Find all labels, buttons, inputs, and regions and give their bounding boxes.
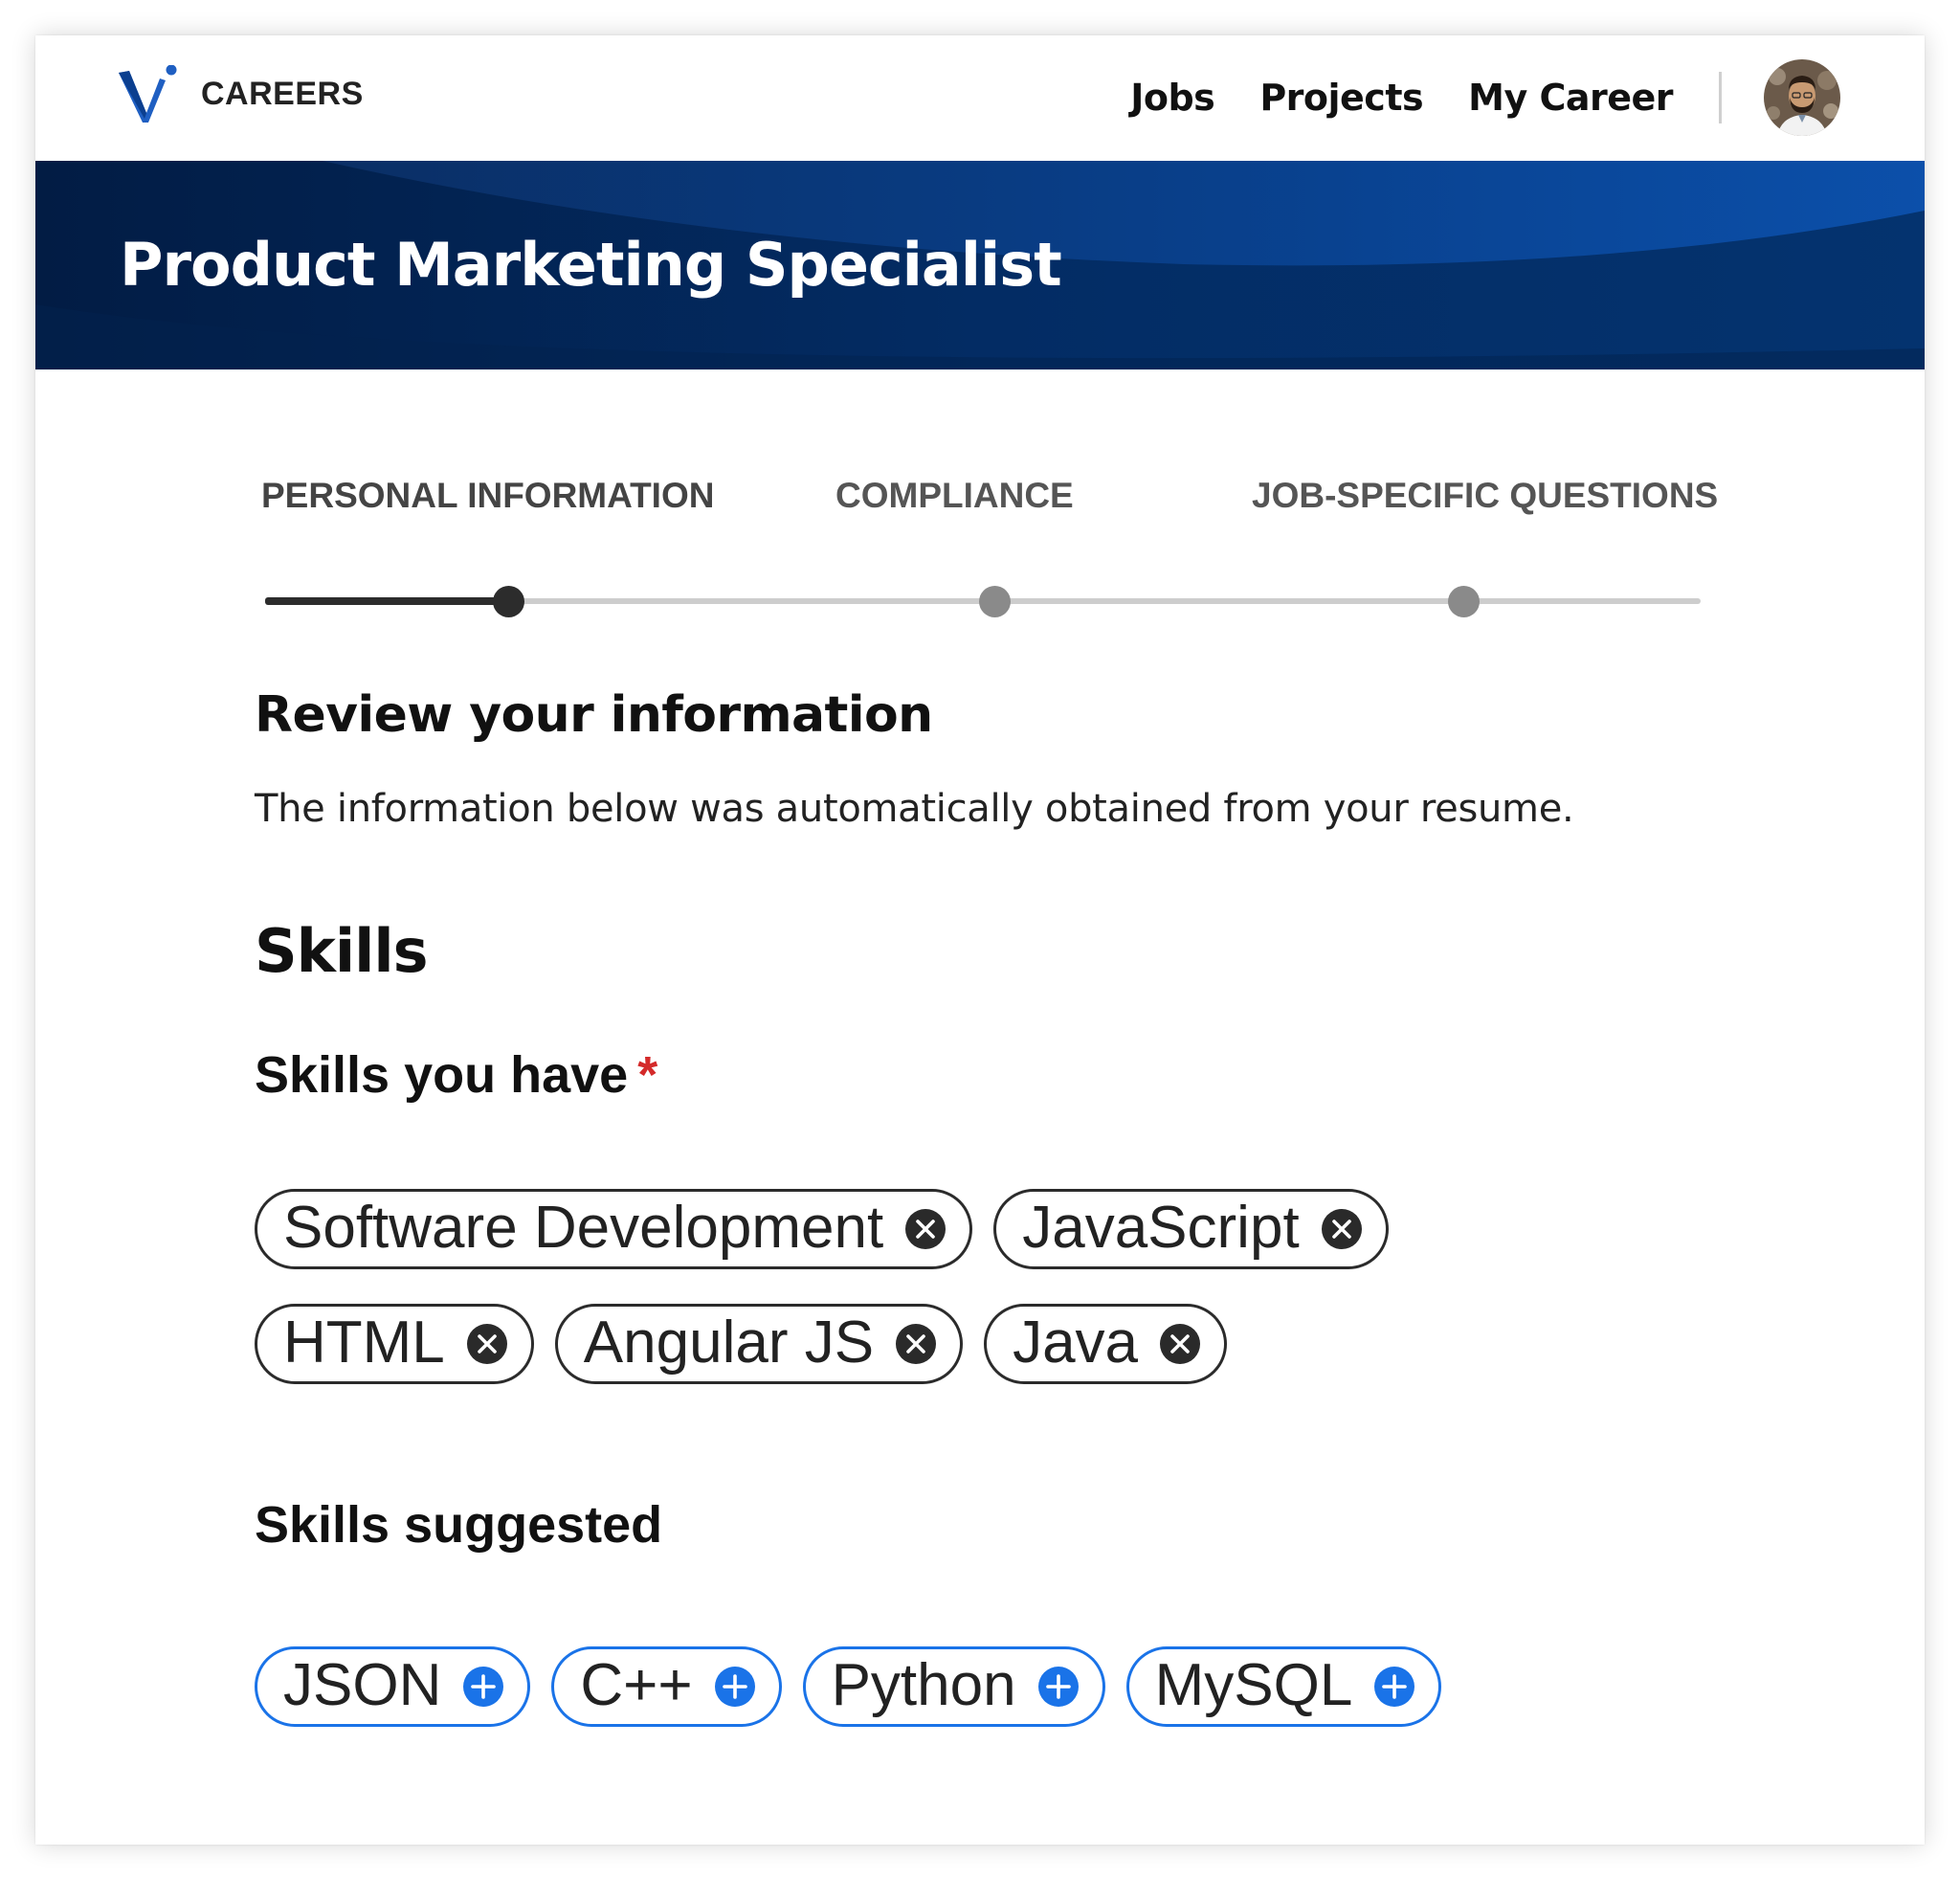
user-avatar[interactable] [1764,59,1840,136]
nav-link-jobs[interactable]: Jobs [1130,77,1215,119]
step-dot-compliance[interactable] [979,586,1011,617]
step-dot-personal-information[interactable] [493,586,524,617]
skill-chip: HTML [255,1304,534,1384]
required-asterisk: * [637,1046,658,1104]
nav-link-my-career[interactable]: My Career [1468,77,1673,119]
close-circle-icon[interactable] [904,1208,947,1250]
plus-circle-icon[interactable] [462,1666,504,1708]
step-compliance[interactable]: COMPLIANCE [835,476,1074,516]
skill-chip: Software Development [255,1189,973,1269]
v-logo-icon [119,65,177,123]
close-circle-icon[interactable] [1321,1208,1363,1250]
user-avatar-icon [1764,59,1840,136]
top-navigation: CAREERS Jobs Projects My Career [35,35,1925,161]
skills-have-row-1: Software Development JavaScript [255,1189,1410,1269]
suggested-skill-label: JSON [283,1652,442,1718]
skills-you-have-text: Skills you have [255,1046,629,1104]
plus-circle-icon[interactable] [1373,1666,1415,1708]
skill-chip-label: Java [1013,1309,1139,1376]
step-personal-information[interactable]: PERSONAL INFORMATION [261,476,714,516]
close-circle-icon[interactable] [1159,1323,1201,1365]
suggested-skill-chip: MySQL [1125,1646,1442,1727]
nav-link-projects[interactable]: Projects [1259,77,1423,119]
suggested-skill-label: Python [831,1652,1016,1718]
suggested-skill-chip: C++ [551,1646,782,1727]
job-title: Product Marketing Specialist [120,230,1062,300]
plus-circle-icon[interactable] [714,1666,756,1708]
skills-you-have-label: Skills you have * [255,1045,657,1105]
suggested-skill-chip: Python [802,1646,1105,1727]
step-dot-job-specific-questions[interactable] [1448,586,1480,617]
skill-chip-label: Angular JS [583,1309,875,1376]
review-description: The information below was automatically … [255,787,1574,831]
job-banner: Product Marketing Specialist [35,161,1925,369]
skill-chip: Java [984,1304,1228,1384]
suggested-skill-label: MySQL [1154,1652,1353,1718]
skills-suggested-row: JSON C++ Python MySQL [255,1646,1462,1727]
brand-name: CAREERS [201,75,364,112]
skill-chip-label: JavaScript [1022,1195,1300,1261]
skills-have-row-2: HTML Angular JS Java [255,1304,1248,1384]
suggested-skill-chip: JSON [255,1646,531,1727]
skill-chip: Angular JS [554,1304,964,1384]
brand-logo[interactable]: CAREERS [117,65,364,124]
plus-circle-icon[interactable] [1037,1666,1080,1708]
nav-divider [1719,72,1722,123]
step-job-specific-questions[interactable]: JOB-SPECIFIC QUESTIONS [1252,476,1718,516]
skill-chip-label: Software Development [283,1195,884,1261]
close-circle-icon[interactable] [895,1323,937,1365]
skill-chip: JavaScript [993,1189,1389,1269]
review-title: Review your information [255,686,933,744]
nav-links: Jobs Projects My Career [1130,58,1840,137]
stepper-progress [265,597,507,605]
application-stepper: PERSONAL INFORMATION COMPLIANCE JOB-SPEC… [261,476,1735,617]
skill-chip-label: HTML [283,1309,445,1376]
close-circle-icon[interactable] [466,1323,508,1365]
skills-title: Skills [255,916,429,986]
skills-suggested-label: Skills suggested [255,1496,663,1554]
page-frame: CAREERS Jobs Projects My Career Product … [35,35,1925,1845]
suggested-skill-label: C++ [580,1652,693,1718]
